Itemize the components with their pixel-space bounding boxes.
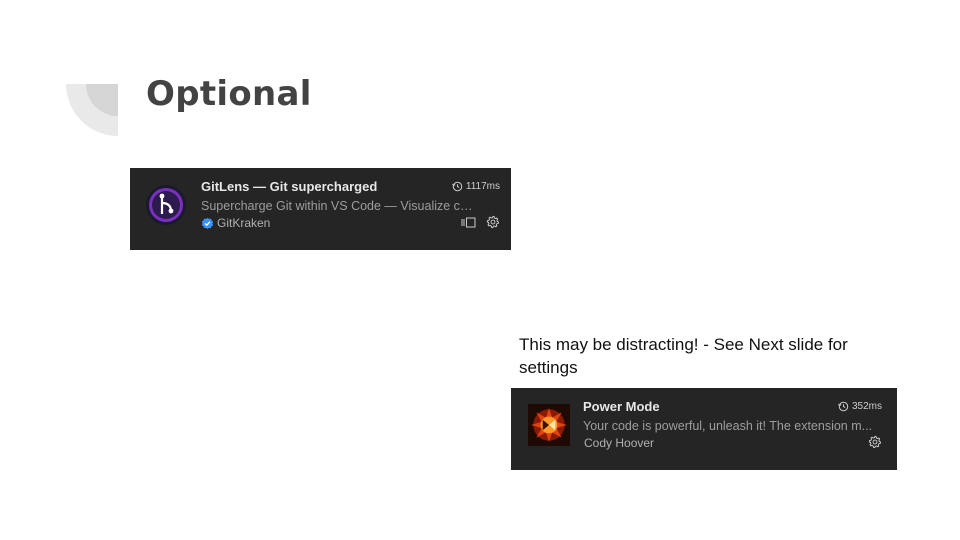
extension-actions: [461, 215, 500, 229]
slide-title: Optional: [146, 74, 312, 114]
extension-card-power-mode[interactable]: Power Mode 352ms Your code is powerful, …: [511, 388, 897, 470]
gear-icon[interactable]: [486, 215, 500, 229]
activation-time: 1117ms: [452, 181, 500, 192]
verified-badge-icon: [201, 217, 214, 229]
power-mode-logo: [528, 404, 570, 446]
extension-name: Power Mode: [583, 399, 660, 414]
activation-time: 352ms: [838, 401, 882, 412]
extension-publisher[interactable]: GitKraken: [201, 216, 270, 230]
extension-description: Your code is powerful, unleash it! The e…: [583, 419, 873, 433]
extension-publisher[interactable]: Cody Hoover: [584, 436, 654, 450]
decorative-corner-shape: [66, 84, 118, 136]
gitlens-logo: [146, 185, 186, 225]
extension-description: Supercharge Git within VS Code — Visuali…: [201, 199, 473, 213]
publisher-name: GitKraken: [217, 216, 271, 230]
extension-card-gitlens[interactable]: GitLens — Git supercharged 1117ms Superc…: [130, 168, 511, 250]
slide-note: This may be distracting! - See Next slid…: [519, 335, 848, 377]
history-icon: [452, 181, 463, 192]
publisher-name: Cody Hoover: [584, 436, 655, 450]
activation-time-value: 352ms: [851, 401, 882, 412]
split-editor-icon[interactable]: [461, 217, 476, 228]
extension-name: GitLens — Git supercharged: [201, 179, 378, 194]
extension-actions: [868, 435, 882, 449]
gear-icon[interactable]: [868, 435, 882, 449]
history-icon: [838, 401, 849, 412]
activation-time-value: 1117ms: [465, 181, 500, 192]
